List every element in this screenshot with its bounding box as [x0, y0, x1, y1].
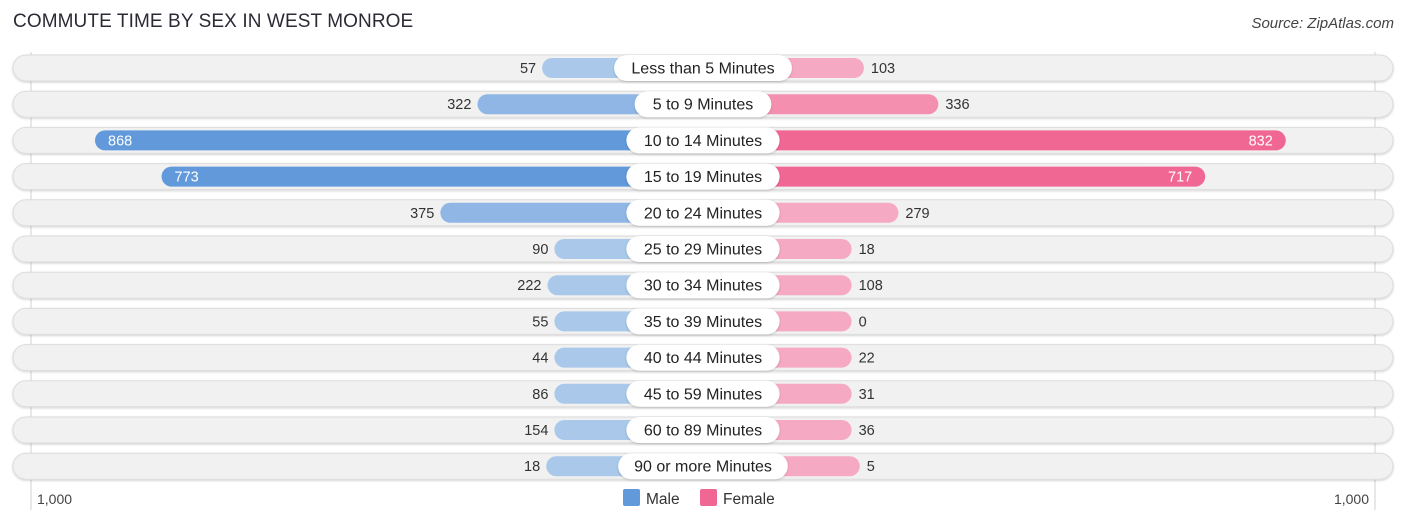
category-label: 45 to 59 Minutes — [644, 386, 762, 403]
category-label: 90 or more Minutes — [634, 459, 772, 476]
legend-label-female[interactable]: Female — [723, 491, 775, 508]
axis-label-right: 1,000 — [1334, 491, 1369, 507]
value-label-male: 154 — [524, 423, 548, 439]
value-label-male: 55 — [532, 314, 548, 330]
category-label: 20 to 24 Minutes — [644, 205, 762, 222]
category-label: 10 to 14 Minutes — [644, 133, 762, 150]
value-label-female: 279 — [905, 206, 929, 222]
category-label: 5 to 9 Minutes — [653, 97, 754, 114]
value-label-female: 18 — [859, 242, 875, 258]
value-label-female: 108 — [859, 278, 883, 294]
value-label-male: 57 — [520, 61, 536, 77]
category-label: 60 to 89 Minutes — [644, 423, 762, 440]
bar-male[interactable] — [95, 130, 703, 151]
legend-swatch-male — [623, 489, 640, 506]
category-label: Less than 5 Minutes — [631, 61, 774, 78]
value-label-male: 322 — [447, 97, 471, 113]
value-label-male: 375 — [410, 206, 434, 222]
category-label: 30 to 34 Minutes — [644, 278, 762, 295]
value-label-female: 336 — [945, 97, 969, 113]
value-label-male: 18 — [524, 459, 540, 475]
value-label-female: 103 — [871, 61, 895, 77]
value-label-male: 222 — [517, 278, 541, 294]
category-label: 40 to 44 Minutes — [644, 350, 762, 367]
value-label-male: 773 — [175, 170, 199, 186]
category-label: 15 to 19 Minutes — [644, 169, 762, 186]
legend-swatch-female — [700, 489, 717, 506]
bar-female[interactable] — [703, 130, 1286, 151]
value-label-male: 44 — [532, 351, 548, 367]
value-label-male: 86 — [532, 387, 548, 403]
value-label-female: 5 — [867, 459, 875, 475]
value-label-male: 868 — [108, 133, 132, 149]
value-label-female: 717 — [1168, 170, 1192, 186]
category-label: 35 to 39 Minutes — [644, 314, 762, 331]
category-label: 25 to 29 Minutes — [644, 242, 762, 259]
bar-male[interactable] — [161, 166, 704, 187]
value-label-male: 90 — [532, 242, 548, 258]
axis-label-left: 1,000 — [37, 491, 72, 507]
legend-label-male[interactable]: Male — [646, 491, 680, 508]
value-label-female: 832 — [1249, 133, 1273, 149]
value-label-female: 36 — [859, 423, 875, 439]
value-label-female: 31 — [859, 387, 875, 403]
butterfly-chart: Less than 5 Minutes 57 103 5 to 9 Minutes 32… — [12, 52, 1394, 510]
value-label-female: 0 — [859, 314, 867, 330]
value-label-female: 22 — [859, 351, 875, 367]
